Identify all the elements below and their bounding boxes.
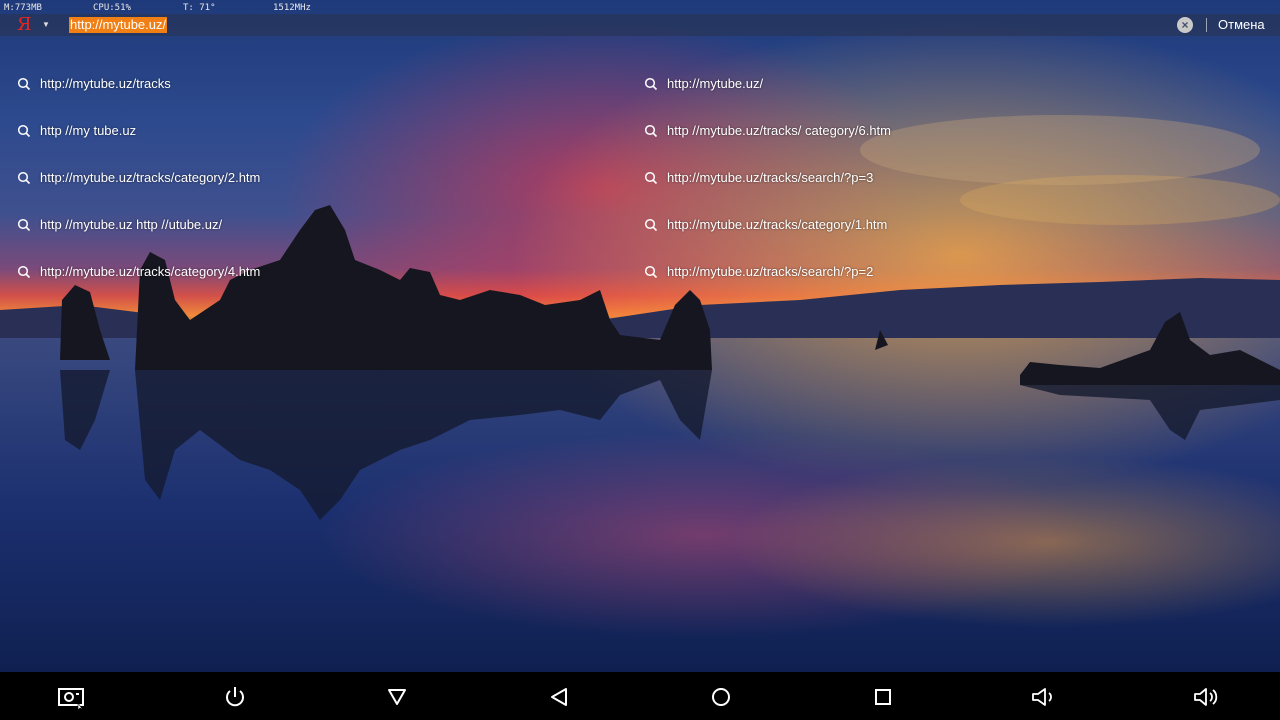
clear-icon[interactable]: × <box>1177 17 1193 33</box>
system-navigation-bar <box>0 672 1280 720</box>
suggestion-text: http://mytube.uz/ <box>667 76 764 91</box>
frequency-readout: 1512MHz <box>273 3 311 13</box>
temperature-readout: T: 71° <box>183 3 216 13</box>
search-icon <box>644 265 658 279</box>
home-icon[interactable] <box>708 684 734 710</box>
url-input[interactable]: http://mytube.uz/ <box>69 17 168 33</box>
search-icon <box>17 265 31 279</box>
volume-up-icon[interactable] <box>1194 684 1220 710</box>
power-icon[interactable] <box>222 684 248 710</box>
suggestion-text: http //mytube.uz http //utube.uz/ <box>40 217 223 232</box>
search-icon <box>644 218 658 232</box>
screenshot-icon[interactable] <box>58 684 84 710</box>
address-bar: Я ▼ http://mytube.uz/ × Отмена <box>0 14 1280 36</box>
memory-readout: M:773MB <box>4 3 42 13</box>
suggestion-text: http //mytube.uz/tracks/ category/6.htm <box>667 123 891 138</box>
suggestion-text: http://mytube.uz/tracks/search/?p=2 <box>667 264 874 279</box>
search-icon <box>17 77 31 91</box>
search-icon <box>17 124 31 138</box>
suggestion-text: http //my tube.uz <box>40 123 137 138</box>
suggestion-text: http://mytube.uz/tracks <box>40 76 171 91</box>
search-icon <box>17 218 31 232</box>
volume-down-icon[interactable] <box>1030 684 1056 710</box>
search-icon <box>644 124 658 138</box>
suggestion-text: http://mytube.uz/tracks/category/4.htm <box>40 264 261 279</box>
suggestion-text: http://mytube.uz/tracks/search/?p=3 <box>667 170 874 185</box>
cpu-readout: CPU:51% <box>93 3 131 13</box>
wallpaper-landscape <box>0 0 1280 672</box>
chevron-down-icon[interactable]: ▼ <box>42 20 50 29</box>
yandex-logo-icon[interactable]: Я <box>17 14 32 36</box>
divider <box>1206 18 1207 32</box>
search-icon <box>644 171 658 185</box>
suggestion-text: http://mytube.uz/tracks/category/2.htm <box>40 170 261 185</box>
search-icon <box>644 77 658 91</box>
back-icon[interactable] <box>546 684 572 710</box>
cancel-button[interactable]: Отмена <box>1218 17 1265 33</box>
status-overlay: M:773MB CPU:51% T: 71° 1512MHz <box>0 0 400 14</box>
recents-icon[interactable] <box>870 684 896 710</box>
search-icon <box>17 171 31 185</box>
menu-down-icon[interactable] <box>384 684 410 710</box>
suggestion-text: http://mytube.uz/tracks/category/1.htm <box>667 217 888 232</box>
